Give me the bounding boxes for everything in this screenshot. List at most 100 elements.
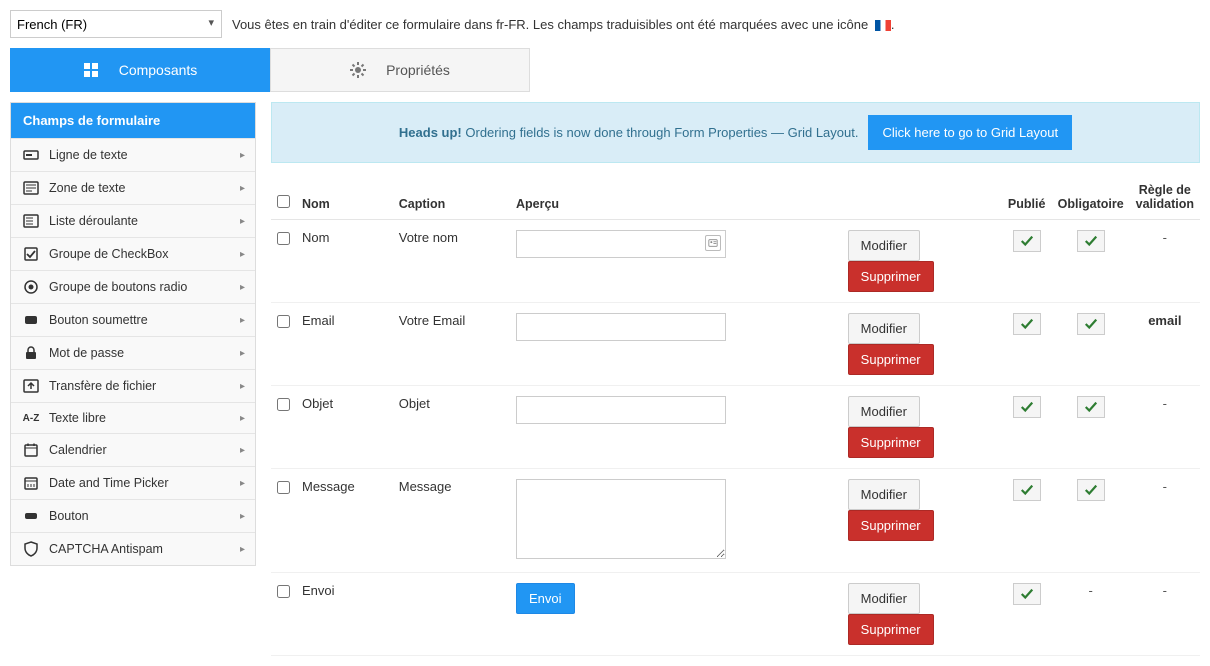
delete-button[interactable]: Supprimer [848, 427, 934, 458]
preview-input[interactable] [516, 230, 726, 258]
alert-grid-layout-button[interactable]: Click here to go to Grid Layout [868, 115, 1072, 150]
cell-required: - [1052, 573, 1130, 656]
caret-right-icon: ▸ [240, 413, 245, 424]
sidebar-item-label: Liste déroulante [49, 214, 240, 228]
tab-properties[interactable]: Propriétés [270, 48, 530, 92]
datetime-icon [21, 475, 41, 491]
dash: - [1163, 396, 1167, 411]
sidebar-item-text-line[interactable]: Ligne de texte▸ [11, 138, 255, 171]
row-checkbox[interactable] [277, 481, 290, 494]
password-icon [21, 345, 41, 361]
row-checkbox[interactable] [277, 398, 290, 411]
delete-button[interactable]: Supprimer [848, 261, 934, 292]
check-toggle[interactable] [1013, 396, 1041, 418]
contact-card-icon [705, 235, 721, 251]
check-toggle[interactable] [1013, 230, 1041, 252]
sidebar-item-captcha[interactable]: CAPTCHA Antispam▸ [11, 532, 255, 565]
edit-button[interactable]: Modifier [848, 583, 920, 614]
check-toggle[interactable] [1013, 583, 1041, 605]
check-toggle[interactable] [1077, 230, 1105, 252]
sidebar-item-label: Bouton [49, 509, 240, 523]
cell-preview [510, 303, 842, 386]
sidebar-item-textarea[interactable]: Zone de texte▸ [11, 171, 255, 204]
edit-button[interactable]: Modifier [848, 230, 920, 261]
row-checkbox[interactable] [277, 232, 290, 245]
sidebar-item-submit[interactable]: Bouton soumettre▸ [11, 303, 255, 336]
table-row: EmailVotre EmailModifier Supprimeremail [271, 303, 1200, 386]
table-row: NomVotre nom Modifier Supprimer - [271, 220, 1200, 303]
cell-preview [510, 469, 842, 573]
components-icon [83, 62, 99, 78]
preview-input[interactable] [516, 313, 726, 341]
sidebar-header: Champs de formulaire [11, 103, 255, 138]
table-row: EnvoiEnvoiModifier Supprimer-- [271, 573, 1200, 656]
freetext-icon: A-Z [21, 413, 41, 424]
button-icon [21, 508, 41, 524]
cell-name: Message [296, 469, 393, 573]
table-row: ObjetObjetModifier Supprimer- [271, 386, 1200, 469]
edit-button[interactable]: Modifier [848, 313, 920, 344]
sidebar-item-label: Date and Time Picker [49, 476, 240, 490]
alert-text: Heads up! Ordering fields is now done th… [399, 125, 859, 140]
caret-right-icon: ▸ [240, 282, 245, 293]
sidebar-item-label: Ligne de texte [49, 148, 240, 162]
caret-right-icon: ▸ [240, 381, 245, 392]
check-toggle[interactable] [1077, 313, 1105, 335]
sidebar-item-freetext[interactable]: A-ZTexte libre▸ [11, 402, 255, 433]
cell-caption: Votre nom [393, 220, 510, 303]
cell-validation: - [1130, 469, 1200, 573]
language-select[interactable]: French (FR) [10, 10, 222, 38]
sidebar: Champs de formulaire Ligne de texte▸Zone… [10, 102, 256, 566]
check-toggle[interactable] [1077, 479, 1105, 501]
check-toggle[interactable] [1013, 479, 1041, 501]
sidebar-item-calendar[interactable]: Calendrier▸ [11, 433, 255, 466]
dash: - [1163, 230, 1167, 245]
sidebar-item-password[interactable]: Mot de passe▸ [11, 336, 255, 369]
row-checkbox[interactable] [277, 585, 290, 598]
dash: - [1163, 479, 1167, 494]
sidebar-item-upload[interactable]: Transfère de fichier▸ [11, 369, 255, 402]
row-checkbox[interactable] [277, 315, 290, 328]
sidebar-item-label: Groupe de boutons radio [49, 280, 240, 294]
delete-button[interactable]: Supprimer [848, 614, 934, 645]
cell-required [1052, 386, 1130, 469]
sidebar-item-button[interactable]: Bouton▸ [11, 499, 255, 532]
preview-submit-button[interactable]: Envoi [516, 583, 575, 614]
cell-validation: - [1130, 386, 1200, 469]
sidebar-item-dropdown[interactable]: Liste déroulante▸ [11, 204, 255, 237]
check-toggle[interactable] [1013, 313, 1041, 335]
th-preview: Aperçu [510, 175, 842, 220]
sidebar-item-radio[interactable]: Groupe de boutons radio▸ [11, 270, 255, 303]
cell-validation: - [1130, 573, 1200, 656]
tab-components[interactable]: Composants [10, 48, 270, 92]
content: Heads up! Ordering fields is now done th… [271, 102, 1200, 656]
cell-name: Nom [296, 220, 393, 303]
validation-rule: email [1148, 313, 1181, 328]
cell-validation: - [1130, 220, 1200, 303]
cell-published [1002, 386, 1052, 469]
caret-right-icon: ▸ [240, 249, 245, 260]
th-caption: Caption [393, 175, 510, 220]
select-all-checkbox[interactable] [277, 195, 290, 208]
delete-button[interactable]: Supprimer [848, 344, 934, 375]
edit-button[interactable]: Modifier [848, 396, 920, 427]
delete-button[interactable]: Supprimer [848, 510, 934, 541]
sidebar-item-checkbox[interactable]: Groupe de CheckBox▸ [11, 237, 255, 270]
calendar-icon [21, 442, 41, 458]
sidebar-item-datetime[interactable]: Date and Time Picker▸ [11, 466, 255, 499]
caret-right-icon: ▸ [240, 150, 245, 161]
dash: - [1088, 583, 1092, 598]
preview-input[interactable] [516, 396, 726, 424]
cell-caption: Message [393, 469, 510, 573]
caret-right-icon: ▸ [240, 511, 245, 522]
edit-button[interactable]: Modifier [848, 479, 920, 510]
radio-icon [21, 279, 41, 295]
check-toggle[interactable] [1077, 396, 1105, 418]
th-name: Nom [296, 175, 393, 220]
preview-textarea[interactable] [516, 479, 726, 559]
th-validation: Règle de validation [1130, 175, 1200, 220]
submit-icon [21, 312, 41, 328]
properties-icon [350, 62, 366, 78]
cell-caption: Objet [393, 386, 510, 469]
tab-components-label: Composants [119, 62, 198, 78]
